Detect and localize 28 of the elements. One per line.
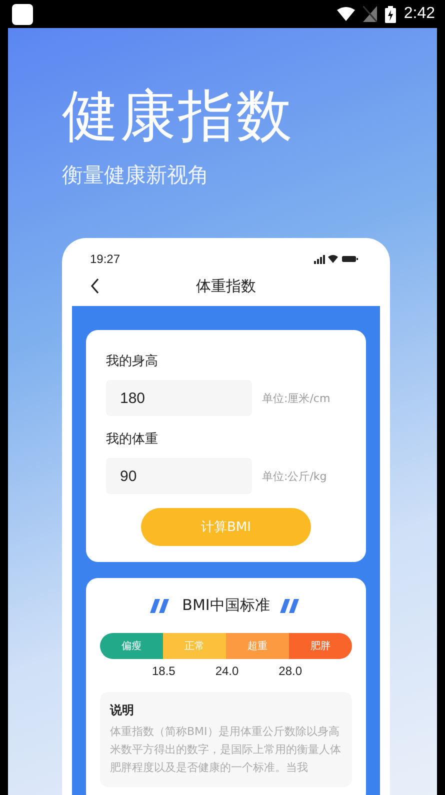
notification-icon bbox=[12, 4, 33, 24]
battery-charging-icon bbox=[384, 6, 396, 22]
phone-status-time: 19:27 bbox=[90, 252, 120, 266]
threshold-value: 18.5 bbox=[152, 664, 176, 678]
banner-title: 健康指数 bbox=[62, 84, 295, 150]
unit-label: 单位:厘米/cm bbox=[262, 390, 330, 406]
input-field[interactable]: 90 bbox=[106, 458, 252, 494]
phone-status-icons bbox=[314, 254, 358, 264]
note-title: 说明 bbox=[110, 702, 135, 719]
field-label: 我的体重 bbox=[106, 431, 159, 448]
bmi-category-segment: 偏瘦 bbox=[100, 633, 163, 659]
slash-decoration-icon bbox=[280, 598, 302, 612]
threshold-value: 24.0 bbox=[215, 664, 239, 678]
bmi-category-segment: 肥胖 bbox=[289, 633, 352, 659]
unit-label: 单位:公斤/kg bbox=[262, 468, 327, 484]
no-sim-icon bbox=[362, 6, 377, 22]
status-time: 2:42 bbox=[404, 5, 435, 23]
banner-subtitle: 衡量健康新视角 bbox=[62, 162, 210, 188]
bmi-category-segment: 超重 bbox=[226, 633, 289, 659]
back-icon[interactable] bbox=[90, 278, 100, 294]
threshold-value: 28.0 bbox=[278, 664, 302, 678]
input-field[interactable]: 180 bbox=[106, 380, 252, 416]
wifi-icon bbox=[336, 7, 355, 21]
bmi-category-segment: 正常 bbox=[163, 633, 226, 659]
field-label: 我的身高 bbox=[106, 353, 159, 370]
standard-title: BMI中国标准 bbox=[182, 596, 270, 615]
screen-title: 体重指数 bbox=[196, 276, 256, 296]
note-text: 体重指数（简称BMI）是用体重公斤数除以身高米数平方得出的数字，是国际上常用的衡量人体肥胖程度以及是否健康的一个标准。当我 bbox=[110, 724, 342, 776]
